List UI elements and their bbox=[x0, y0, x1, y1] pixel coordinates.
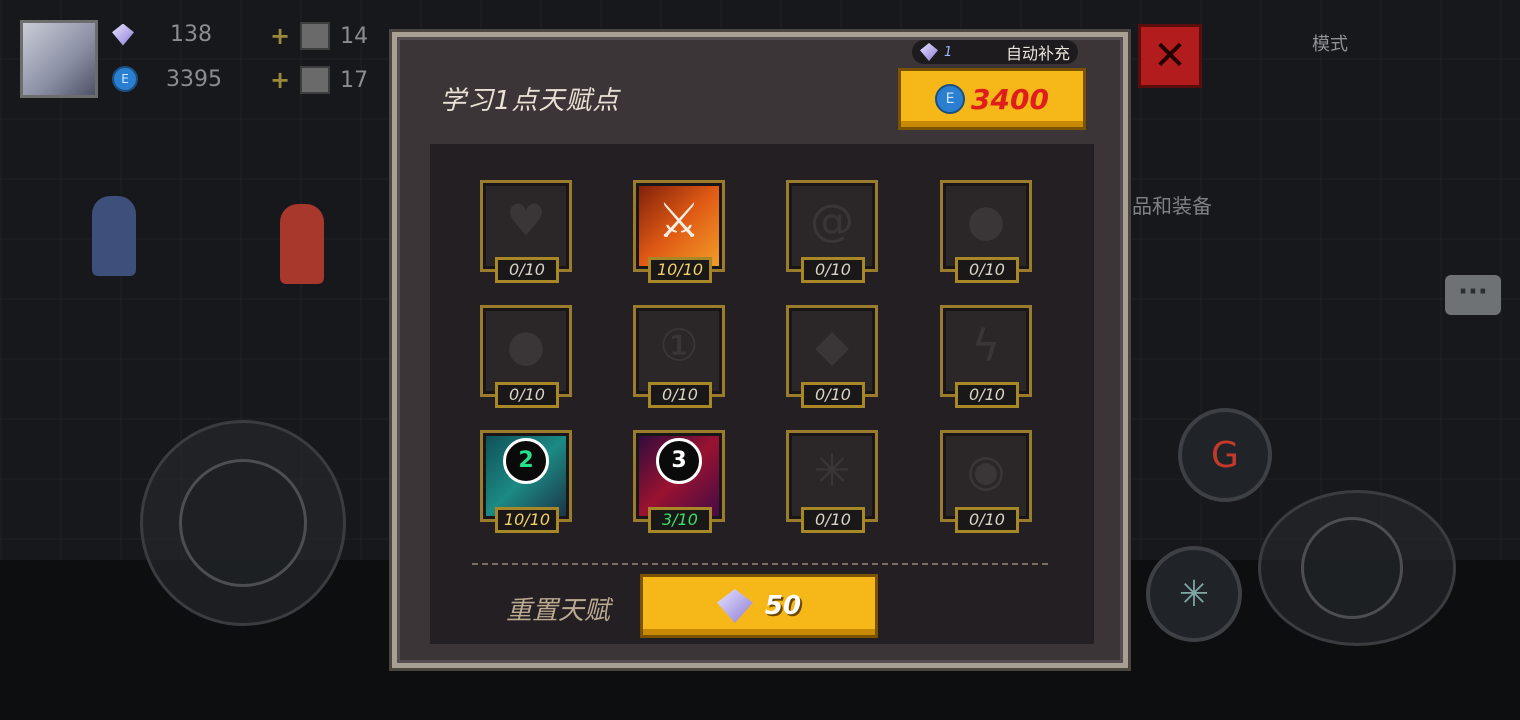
talent-level: 0/10 bbox=[801, 382, 865, 408]
coin-counter: E 3395 bbox=[112, 66, 222, 92]
heart-icon: ♥ bbox=[506, 195, 546, 247]
gem-count: 138 bbox=[170, 22, 212, 47]
coin-count: 3395 bbox=[166, 66, 222, 92]
dialog-title: 学习1点天赋点 bbox=[440, 86, 620, 116]
talent-level: 0/10 bbox=[495, 382, 559, 408]
chat-icon[interactable]: ··· bbox=[1445, 275, 1501, 315]
rune-two-badge: 2 bbox=[503, 437, 549, 484]
gem-icon bbox=[716, 589, 753, 623]
talent-rune-two[interactable]: 2 10/10 bbox=[480, 430, 572, 533]
talent-level: 0/10 bbox=[955, 382, 1019, 408]
talent-lightning[interactable]: ϟ 0/10 bbox=[940, 305, 1032, 408]
talent-sword[interactable]: ⚔ 10/10 bbox=[633, 180, 725, 283]
auto-refill-label: 自动补充 bbox=[1005, 44, 1070, 63]
talent-rune-three[interactable]: 3 3/10 bbox=[633, 430, 725, 533]
gem-icon bbox=[112, 23, 134, 46]
talent-medal[interactable]: ① 0/10 bbox=[633, 305, 725, 408]
snowflake-skill-icon[interactable]: ✳ bbox=[1146, 546, 1242, 642]
player-avatar[interactable] bbox=[20, 20, 98, 98]
talent-level: 0/10 bbox=[955, 257, 1019, 283]
material-a-count: 14 bbox=[340, 23, 369, 49]
coin-icon: E bbox=[112, 66, 138, 92]
material-a-counter: + 14 bbox=[270, 22, 368, 50]
medal-icon: ① bbox=[659, 320, 699, 372]
material-icon bbox=[300, 66, 331, 94]
material-icon bbox=[300, 22, 331, 50]
coin-icon: E bbox=[935, 84, 966, 114]
learn-cost: 3400 bbox=[971, 82, 1049, 116]
orb-icon: ◆ bbox=[815, 320, 849, 372]
swirl-icon: @ bbox=[810, 195, 854, 247]
talent-level: 0/10 bbox=[801, 257, 865, 283]
talent-level: 10/10 bbox=[495, 507, 559, 533]
talent-level: 3/10 bbox=[648, 507, 712, 533]
items-label: 品和装备 bbox=[1132, 194, 1212, 218]
talent-level: 0/10 bbox=[648, 382, 712, 408]
close-button[interactable]: ✕ bbox=[1138, 24, 1202, 88]
talent-orb[interactable]: ◆ 0/10 bbox=[786, 305, 878, 408]
snowflake-icon: ✳ bbox=[813, 445, 851, 497]
reset-talent-label: 重置天赋 bbox=[506, 596, 611, 626]
npc-character[interactable] bbox=[92, 196, 136, 276]
plus-icon[interactable]: + bbox=[270, 66, 290, 94]
auto-refill-gem-count: 1 bbox=[944, 44, 953, 60]
talent-level: 0/10 bbox=[495, 257, 559, 283]
talent-snowflake[interactable]: ✳ 0/10 bbox=[786, 430, 878, 533]
talent-bomb[interactable]: ● 0/10 bbox=[480, 305, 572, 408]
sword-icon: ⚔ bbox=[657, 192, 701, 249]
rune-three-badge: 3 bbox=[656, 437, 702, 484]
reset-talent-button[interactable]: 50 bbox=[640, 574, 878, 638]
gem-counter: 138 bbox=[112, 22, 212, 47]
lightning-icon: ϟ bbox=[971, 320, 1001, 372]
plus-icon[interactable]: + bbox=[270, 22, 290, 50]
talent-drop[interactable]: ● 0/10 bbox=[940, 180, 1032, 283]
talent-heart[interactable]: ♥ 0/10 bbox=[480, 180, 572, 283]
learn-talent-button[interactable]: E 3400 bbox=[898, 68, 1086, 130]
talent-level: 0/10 bbox=[801, 507, 865, 533]
character-skill-icon[interactable]: G bbox=[1178, 408, 1272, 502]
joystick-knob[interactable] bbox=[179, 459, 307, 587]
material-b-count: 17 bbox=[340, 67, 369, 93]
talent-eye[interactable]: ◉ 0/10 bbox=[940, 430, 1032, 533]
gem-icon bbox=[920, 43, 938, 61]
player-character bbox=[280, 204, 324, 284]
mode-label[interactable]: 模式 bbox=[1312, 30, 1348, 56]
bomb-icon: ● bbox=[506, 320, 546, 372]
drop-icon: ● bbox=[966, 195, 1006, 247]
auto-refill-toggle[interactable]: 1 自动补充 bbox=[912, 40, 1078, 64]
attack-button-face[interactable] bbox=[1301, 517, 1403, 619]
divider bbox=[472, 563, 1048, 565]
movement-joystick[interactable] bbox=[140, 420, 346, 626]
talent-level: 0/10 bbox=[955, 507, 1019, 533]
eye-icon: ◉ bbox=[966, 445, 1006, 497]
reset-cost: 50 bbox=[764, 591, 802, 621]
talent-level: 10/10 bbox=[648, 257, 712, 283]
attack-button[interactable] bbox=[1258, 490, 1456, 646]
material-b-counter: + 17 bbox=[270, 66, 368, 94]
talent-swirl[interactable]: @ 0/10 bbox=[786, 180, 878, 283]
